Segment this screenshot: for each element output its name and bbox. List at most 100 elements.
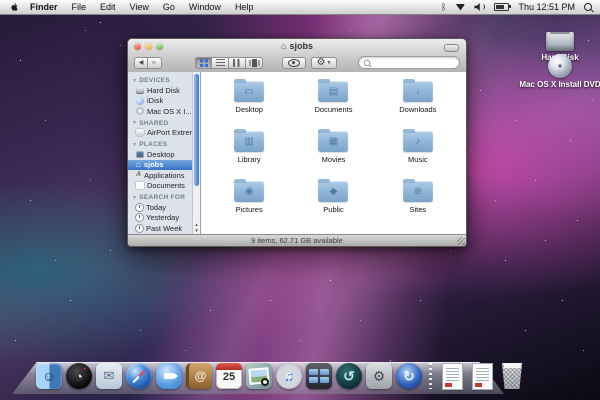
disclosure-triangle-icon: ▼ xyxy=(132,195,137,201)
sidebar-section-places[interactable]: ▼PLACES xyxy=(132,141,192,148)
sidebar-item-sjobs[interactable]: ⌂sjobs xyxy=(128,160,200,171)
compass-needle-icon xyxy=(132,369,145,382)
public-emblem-icon: ◆ xyxy=(330,187,338,197)
dock-mail-icon[interactable]: ✉ xyxy=(96,363,122,389)
sidebar-item-past-week[interactable]: Past Week xyxy=(132,223,192,234)
folder-desktop[interactable]: ▭Desktop xyxy=(207,74,291,124)
dock-ical-icon[interactable]: 25 xyxy=(216,363,242,389)
sidebar-item-applications[interactable]: AApplications xyxy=(132,170,192,181)
quick-look-button[interactable] xyxy=(282,57,306,69)
action-menu-button[interactable]: ⚙▼ xyxy=(311,57,337,69)
apple-menu[interactable] xyxy=(6,2,23,12)
folder-icon: ▥ xyxy=(234,131,264,152)
disc-icon xyxy=(136,107,144,115)
dock-system-preferences-icon[interactable]: ⚙ xyxy=(366,363,392,389)
close-button[interactable] xyxy=(134,43,141,50)
menu-item-view[interactable]: View xyxy=(123,0,156,14)
status-bar: 9 items, 62.71 GB available xyxy=(128,234,466,246)
folder-icon: ⊕ xyxy=(403,181,433,202)
forward-button[interactable]: ▶ xyxy=(148,57,162,69)
sidebar: ▼DEVICES Hard Disk iDisk Mac OS X I... ▼… xyxy=(128,72,201,235)
bluetooth-icon[interactable]: ᛒ xyxy=(441,2,446,12)
desktop-icon-install-dvd[interactable]: Mac OS X Install DVD xyxy=(518,54,600,89)
library-emblem-icon: ▥ xyxy=(244,137,253,147)
sidebar-item-hard-disk[interactable]: Hard Disk xyxy=(132,85,192,96)
folder-documents[interactable]: ▤Documents xyxy=(291,74,375,124)
search-icon xyxy=(364,59,370,65)
pictures-emblem-icon: ◉ xyxy=(245,187,254,197)
folder-pictures[interactable]: ◉Pictures xyxy=(207,174,291,224)
window-header[interactable]: ⌂ sjobs ◀ ▶ ⚙▼ xyxy=(128,39,466,73)
dock-address-book-icon[interactable]: @ xyxy=(186,363,212,389)
dock: ☺ ◔• ✉ @ 25 ♫ ↺ ⚙ ↻ xyxy=(12,362,504,394)
sidebar-item-desktop[interactable]: Desktop xyxy=(132,149,192,160)
music-emblem-icon: ♪ xyxy=(415,137,420,147)
menu-item-finder[interactable]: Finder xyxy=(23,0,65,14)
column-view-button[interactable] xyxy=(229,57,246,69)
folder-sites[interactable]: ⊕Sites xyxy=(376,174,460,224)
dock-software-update-icon[interactable]: ↻ xyxy=(396,363,422,389)
spotlight-icon[interactable] xyxy=(584,3,592,11)
dock-itunes-icon[interactable]: ♫ xyxy=(276,363,302,389)
dock-time-machine-icon[interactable]: ↺ xyxy=(336,363,362,389)
folder-contents: ▭Desktop ▤Documents ↓Downloads ▥Library … xyxy=(201,72,466,235)
dock-documents-stack-icon[interactable] xyxy=(439,363,465,389)
calendar-day: 25 xyxy=(223,370,235,385)
folder-downloads[interactable]: ↓Downloads xyxy=(376,74,460,124)
calendar-header xyxy=(216,363,242,370)
eye-icon xyxy=(288,59,300,67)
scrollbar-thumb[interactable] xyxy=(194,74,199,186)
sidebar-item-install-dvd[interactable]: Mac OS X I... xyxy=(132,106,192,117)
folder-icon: ◆ xyxy=(318,181,348,202)
back-button[interactable]: ◀ xyxy=(134,57,148,69)
desktop-icon xyxy=(136,151,144,158)
dock-downloads-stack-icon[interactable] xyxy=(469,363,495,389)
document-icon xyxy=(473,364,492,389)
dock-spaces-icon[interactable] xyxy=(306,363,332,389)
sidebar-item-yesterday[interactable]: Yesterday xyxy=(132,213,192,224)
icon-view-button[interactable] xyxy=(195,57,212,69)
window-title: ⌂ sjobs xyxy=(281,41,313,51)
folder-music[interactable]: ♪Music xyxy=(376,124,460,174)
sidebar-section-search-for[interactable]: ▼SEARCH FOR xyxy=(132,194,192,201)
sidebar-item-idisk[interactable]: iDisk xyxy=(132,96,192,107)
sidebar-item-airport-extreme[interactable]: AirPort Extreme xyxy=(132,128,192,139)
menu-item-help[interactable]: Help xyxy=(228,0,261,14)
folder-movies[interactable]: ▦Movies xyxy=(291,124,375,174)
finder-window: ⌂ sjobs ◀ ▶ ⚙▼ xyxy=(127,38,467,247)
list-view-button[interactable] xyxy=(212,57,229,69)
sidebar-section-devices[interactable]: ▼DEVICES xyxy=(132,77,192,84)
folder-library[interactable]: ▥Library xyxy=(207,124,291,174)
sidebar-item-today[interactable]: Today xyxy=(132,202,192,213)
dock-finder-icon[interactable]: ☺ xyxy=(36,363,62,389)
volume-icon[interactable] xyxy=(474,3,485,11)
wifi-icon[interactable] xyxy=(455,4,465,11)
folder-public[interactable]: ◆Public xyxy=(291,174,375,224)
folder-icon: ▭ xyxy=(234,81,264,102)
menu-item-file[interactable]: File xyxy=(65,0,94,14)
dock-trash-icon[interactable] xyxy=(499,363,525,389)
scroll-down-arrow[interactable]: ▼ xyxy=(194,229,198,234)
clock-icon xyxy=(136,225,143,232)
menu-item-window[interactable]: Window xyxy=(182,0,228,14)
menu-clock[interactable]: Thu 12:51 PM xyxy=(518,2,575,12)
dock-safari-icon[interactable] xyxy=(126,363,152,389)
coverflow-view-button[interactable] xyxy=(246,57,263,69)
scroll-up-arrow[interactable]: ▲ xyxy=(194,223,198,228)
zoom-button[interactable] xyxy=(156,43,163,50)
dock-preview-icon[interactable] xyxy=(246,363,272,389)
battery-icon[interactable] xyxy=(494,3,509,11)
sidebar-item-documents[interactable]: Documents xyxy=(132,181,192,192)
dock-ichat-icon[interactable] xyxy=(156,363,182,389)
list-view-icon xyxy=(216,59,225,67)
sidebar-scrollbar[interactable]: ▲▼ xyxy=(192,72,200,235)
resize-grip[interactable] xyxy=(457,237,465,245)
search-input[interactable] xyxy=(358,56,460,69)
minimize-button[interactable] xyxy=(145,43,152,50)
menu-item-edit[interactable]: Edit xyxy=(93,0,123,14)
toolbar-toggle-button[interactable] xyxy=(444,44,459,52)
dock-dashboard-icon[interactable]: ◔• xyxy=(66,363,92,389)
sidebar-section-shared[interactable]: ▼SHARED xyxy=(132,120,192,127)
menu-item-go[interactable]: Go xyxy=(156,0,182,14)
applications-icon: A xyxy=(136,171,141,179)
